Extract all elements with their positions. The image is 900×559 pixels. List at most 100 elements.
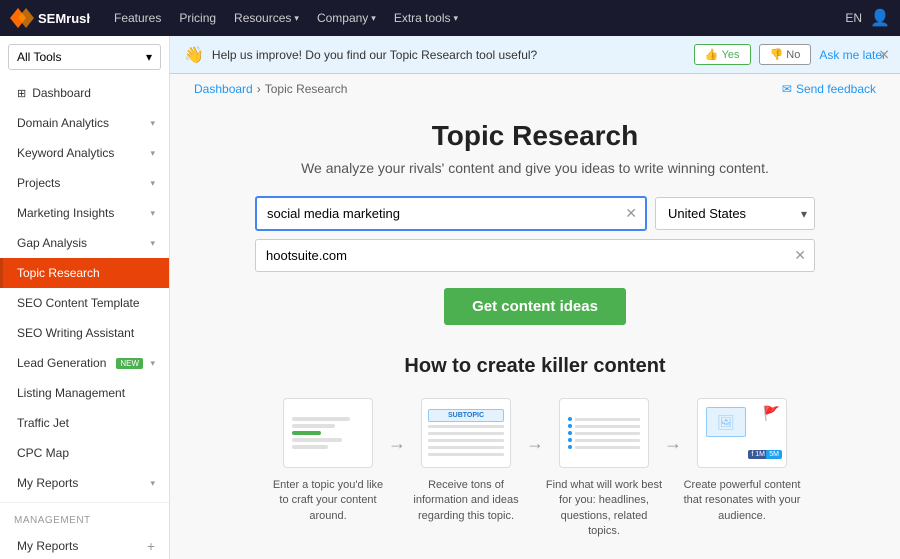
arrow-icon: →	[526, 398, 544, 454]
chevron-icon: ▾	[150, 478, 155, 489]
layout: All Tools ▾ ⊞ Dashboard Domain Analytics…	[0, 36, 900, 559]
list-line	[575, 439, 640, 442]
subtopic-line	[428, 446, 504, 449]
chevron-icon: ▾	[150, 208, 155, 219]
step-3: Find what will work best for you: headli…	[544, 398, 664, 540]
get-content-ideas-button[interactable]: Get content ideas	[444, 288, 626, 325]
clear-domain-icon[interactable]: ✕	[794, 247, 806, 264]
chevron-icon: ▾	[150, 148, 155, 159]
domain-input-wrapper: ✕	[255, 239, 815, 272]
no-button[interactable]: 👎 No	[759, 44, 812, 65]
sidebar-item-cpc-map[interactable]: CPC Map	[0, 438, 169, 468]
step-3-text: Find what will work best for you: headli…	[544, 478, 664, 540]
lang-selector[interactable]: EN	[845, 11, 862, 25]
chevron-icon: ▾	[150, 358, 155, 369]
step-2: SUBTOPIC Receive tons of information and…	[406, 398, 526, 524]
step-4: 🖼 🚩 f 1M 5M Create powerful content that…	[682, 398, 802, 524]
page-title: Topic Research	[210, 120, 860, 152]
new-badge: NEW	[116, 358, 143, 369]
sidebar-item-topic-research[interactable]: Topic Research	[0, 258, 169, 288]
step-2-text: Receive tons of information and ideas re…	[406, 478, 526, 524]
sidebar-item-listing-management[interactable]: Listing Management	[0, 378, 169, 408]
illus-line	[292, 438, 342, 442]
illus-green-line	[292, 431, 321, 435]
list-item	[568, 438, 640, 442]
subtopic-line	[428, 439, 504, 442]
nav-features[interactable]: Features	[106, 0, 169, 36]
step-2-illustration: SUBTOPIC	[421, 398, 511, 468]
nav-resources[interactable]: Resources▾	[226, 0, 307, 36]
domain-row: ✕	[255, 239, 815, 272]
sidebar-divider	[0, 502, 169, 503]
list-item	[568, 424, 640, 428]
search-row: ✕ United States United Kingdom Canada Au…	[255, 196, 815, 231]
nav-pricing[interactable]: Pricing	[171, 0, 224, 36]
chevron-icon: ▾	[150, 178, 155, 189]
sidebar-item-gap-analysis[interactable]: Gap Analysis ▾	[0, 228, 169, 258]
list-item	[568, 417, 640, 421]
semrush-logo: SEMrush	[10, 8, 90, 28]
sidebar-item-projects[interactable]: Projects ▾	[0, 168, 169, 198]
wave-icon: 👋	[184, 45, 204, 65]
twitter-badge: 5M	[766, 450, 782, 459]
sidebar-item-dashboard[interactable]: ⊞ Dashboard	[0, 78, 169, 108]
subtopic-label: SUBTOPIC	[428, 409, 504, 422]
facebook-badge: f 1M	[748, 450, 768, 459]
step-1: Enter a topic you'd like to craft your c…	[268, 398, 388, 524]
illus-line	[292, 417, 350, 421]
chevron-icon: ▾	[150, 118, 155, 129]
how-to-section: How to create killer content Enter a top…	[170, 335, 900, 559]
sidebar-item-my-reports[interactable]: My Reports ▾	[0, 468, 169, 498]
dot-icon	[568, 445, 572, 449]
step-4-text: Create powerful content that resonates w…	[682, 478, 802, 524]
sidebar-item-lead-generation[interactable]: Lead Generation NEW ▾	[0, 348, 169, 378]
topic-input-wrapper: ✕	[255, 196, 647, 231]
list-line	[575, 432, 640, 435]
topic-input[interactable]	[257, 198, 645, 229]
how-to-title: How to create killer content	[210, 355, 860, 378]
breadcrumb-current: Topic Research	[265, 82, 348, 96]
sidebar-item-my-reports-mgmt[interactable]: My Reports +	[0, 530, 169, 559]
arrow-icon: →	[388, 398, 406, 454]
yes-button[interactable]: 👍 Yes	[694, 44, 751, 65]
nav-right: EN 👤	[845, 8, 890, 28]
sidebar-item-seo-writing-assistant[interactable]: SEO Writing Assistant	[0, 318, 169, 348]
sidebar: All Tools ▾ ⊞ Dashboard Domain Analytics…	[0, 36, 170, 559]
nav-extra-tools[interactable]: Extra tools▾	[386, 0, 466, 36]
send-feedback-link[interactable]: ✉ Send feedback	[782, 82, 876, 96]
breadcrumb-dashboard[interactable]: Dashboard	[194, 82, 253, 96]
list-line	[575, 425, 640, 428]
flag-icon: 🚩	[763, 405, 780, 422]
plus-icon: +	[147, 538, 155, 554]
list-item	[568, 445, 640, 449]
management-label: MANAGEMENT	[0, 507, 169, 530]
sidebar-item-traffic-jet[interactable]: Traffic Jet	[0, 408, 169, 438]
tools-dropdown[interactable]: All Tools ▾	[8, 44, 161, 70]
user-menu[interactable]: 👤	[870, 8, 890, 28]
domain-input[interactable]	[256, 240, 814, 271]
feedback-envelope-icon: ✉	[782, 82, 792, 96]
feedback-text: Help us improve! Do you find our Topic R…	[212, 48, 686, 62]
arrow-icon: →	[664, 398, 682, 454]
step-3-illustration	[559, 398, 649, 468]
image-placeholder: 🖼	[706, 407, 746, 437]
clear-topic-icon[interactable]: ✕	[625, 205, 637, 222]
search-area: ✕ United States United Kingdom Canada Au…	[255, 196, 815, 325]
list-line	[575, 418, 640, 421]
country-select[interactable]: United States United Kingdom Canada Aust…	[655, 197, 815, 230]
sidebar-item-domain-analytics[interactable]: Domain Analytics ▾	[0, 108, 169, 138]
dot-icon	[568, 424, 572, 428]
subtopic-line	[428, 432, 504, 435]
sidebar-item-keyword-analytics[interactable]: Keyword Analytics ▾	[0, 138, 169, 168]
sidebar-item-seo-content-template[interactable]: SEO Content Template	[0, 288, 169, 318]
ask-later-link[interactable]: Ask me later	[819, 48, 886, 62]
list-line	[575, 446, 640, 449]
country-wrapper: United States United Kingdom Canada Aust…	[655, 196, 815, 231]
sidebar-item-marketing-insights[interactable]: Marketing Insights ▾	[0, 198, 169, 228]
dashboard-icon: ⊞	[17, 87, 26, 100]
dot-icon	[568, 431, 572, 435]
nav-company[interactable]: Company▾	[309, 0, 384, 36]
nav-links: Features Pricing Resources▾ Company▾ Ext…	[106, 0, 829, 36]
close-icon[interactable]: ✕	[878, 46, 890, 63]
step-1-text: Enter a topic you'd like to craft your c…	[268, 478, 388, 524]
